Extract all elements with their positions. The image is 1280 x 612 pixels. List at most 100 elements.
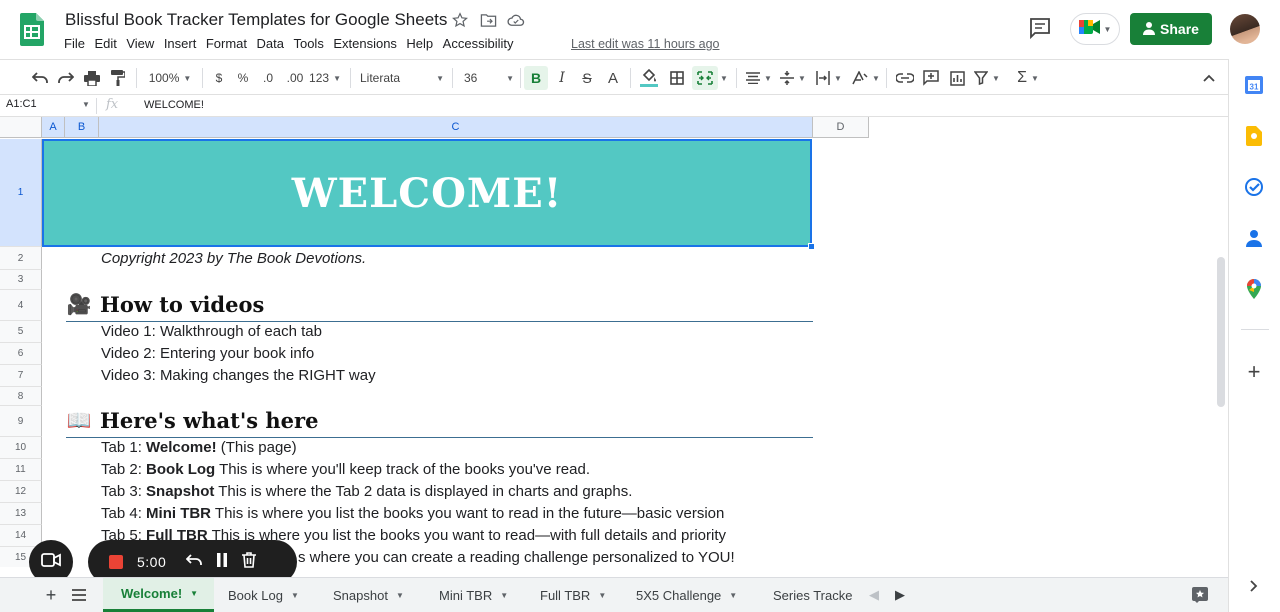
column-header-b[interactable]: B	[65, 117, 99, 138]
borders-icon[interactable]	[666, 66, 688, 90]
font-select[interactable]: Literata ▼	[360, 66, 444, 90]
row-header-7[interactable]: 7	[0, 365, 42, 387]
undo-icon[interactable]	[30, 66, 50, 90]
row-header-3[interactable]: 3	[0, 270, 42, 290]
more-formats-select[interactable]: 123 ▼	[309, 66, 341, 90]
document-title[interactable]: Blissful Book Tracker Templates for Goog…	[65, 10, 447, 30]
chevron-right-icon[interactable]	[1243, 575, 1265, 597]
horizontal-align-icon[interactable]: ▼	[744, 66, 774, 90]
all-sheets-icon[interactable]	[70, 578, 88, 612]
star-icon[interactable]	[450, 10, 470, 30]
comments-icon[interactable]	[1028, 16, 1052, 40]
sheets-logo-icon[interactable]	[20, 13, 44, 46]
increase-decimal-button[interactable]: .00	[283, 66, 307, 90]
cloud-status-icon[interactable]	[506, 10, 526, 30]
row-header-13[interactable]: 13	[0, 503, 42, 525]
row-header-14[interactable]: 14	[0, 525, 42, 547]
text-rotation-icon[interactable]: ▼	[850, 66, 882, 90]
sheet-tab-book-log[interactable]: Book Log ▼	[214, 578, 318, 612]
video-item-3[interactable]: Video 3: Making changes the RIGHT way	[101, 367, 376, 384]
meet-button[interactable]: ▼	[1070, 13, 1120, 45]
menu-view[interactable]: View	[126, 36, 154, 51]
row-header-5[interactable]: 5	[0, 321, 42, 343]
sheet-tab-5x5-challenge[interactable]: 5X5 Challenge ▼	[621, 578, 758, 612]
row-header-1[interactable]: 1	[0, 139, 42, 247]
fill-color-icon[interactable]	[638, 66, 660, 90]
redo-icon[interactable]	[56, 66, 76, 90]
menu-format[interactable]: Format	[206, 36, 247, 51]
menu-accessibility[interactable]: Accessibility	[443, 36, 514, 51]
row-header-10[interactable]: 10	[0, 437, 42, 459]
row-header-6[interactable]: 6	[0, 343, 42, 365]
explore-icon[interactable]	[1190, 578, 1210, 612]
column-header-a[interactable]: A	[42, 117, 65, 138]
row-header-4[interactable]: 4	[0, 290, 42, 321]
column-header-d[interactable]: D	[813, 117, 869, 138]
spreadsheet-grid[interactable]: A B C D 1 2 3 4 5 6 7 8 9 10 11 12 13 14…	[0, 117, 1228, 567]
contacts-icon[interactable]	[1243, 227, 1265, 249]
restart-icon[interactable]	[185, 553, 203, 571]
menu-help[interactable]: Help	[406, 36, 433, 51]
insert-link-icon[interactable]	[894, 66, 916, 90]
functions-icon[interactable]: Σ ▼	[1012, 66, 1044, 90]
insert-comment-icon[interactable]	[920, 66, 942, 90]
sheet-tab-welcome[interactable]: Welcome! ▼	[103, 578, 214, 612]
zoom-select[interactable]: 100% ▼	[146, 66, 194, 90]
row-header-12[interactable]: 12	[0, 481, 42, 503]
name-box[interactable]: A1:C1	[6, 98, 37, 110]
menu-data[interactable]: Data	[257, 36, 284, 51]
menu-extensions[interactable]: Extensions	[333, 36, 397, 51]
menu-insert[interactable]: Insert	[164, 36, 197, 51]
vertical-align-icon[interactable]: ▼	[778, 66, 808, 90]
user-avatar[interactable]	[1230, 14, 1260, 44]
row-header-9[interactable]: 9	[0, 406, 42, 437]
chevron-down-icon[interactable]: ▼	[82, 100, 90, 109]
add-addon-icon[interactable]: +	[1243, 359, 1265, 384]
vertical-scrollbar[interactable]	[1217, 257, 1225, 407]
text-wrap-icon[interactable]: ▼	[814, 66, 844, 90]
scroll-tabs-right-icon[interactable]: ▶	[892, 578, 908, 612]
decrease-decimal-button[interactable]: .0	[258, 66, 278, 90]
bold-button[interactable]: B	[524, 66, 548, 90]
share-button[interactable]: Share	[1130, 13, 1212, 45]
sheet-tab-snapshot[interactable]: Snapshot ▼	[318, 578, 424, 612]
row-header-2[interactable]: 2	[0, 247, 42, 270]
row-header-8[interactable]: 8	[0, 387, 42, 406]
pause-icon[interactable]	[216, 552, 228, 572]
maps-icon[interactable]	[1243, 278, 1265, 300]
row-header-11[interactable]: 11	[0, 459, 42, 481]
keep-icon[interactable]	[1243, 125, 1265, 147]
stop-recording-button[interactable]	[109, 555, 123, 569]
merge-cells-icon[interactable]	[692, 66, 718, 90]
calendar-icon[interactable]: 31	[1243, 74, 1265, 96]
sheet-tab-mini-tbr[interactable]: Mini TBR ▼	[424, 578, 524, 612]
add-sheet-icon[interactable]: +	[42, 578, 60, 612]
scroll-tabs-left-icon[interactable]: ◀	[866, 578, 882, 612]
video-item-1[interactable]: Video 1: Walkthrough of each tab	[101, 323, 322, 340]
percent-format-button[interactable]: %	[234, 66, 252, 90]
sheet-tab-full-tbr[interactable]: Full TBR ▼	[524, 578, 621, 612]
trash-icon[interactable]	[242, 551, 257, 573]
selection-fill-handle[interactable]	[808, 243, 815, 250]
select-all-corner[interactable]	[0, 117, 42, 138]
video-item-2[interactable]: Video 2: Entering your book info	[101, 345, 314, 362]
sheet-tab-series-tracker[interactable]: Series Tracke	[758, 578, 858, 612]
tasks-icon[interactable]	[1243, 176, 1265, 198]
menu-tools[interactable]: Tools	[293, 36, 323, 51]
insert-chart-icon[interactable]	[946, 66, 968, 90]
column-header-c[interactable]: C	[99, 117, 813, 138]
strikethrough-button[interactable]: S	[577, 66, 597, 90]
font-size-select[interactable]: 36 ▼	[464, 66, 514, 90]
move-folder-icon[interactable]	[478, 10, 498, 30]
last-edit-link[interactable]: Last edit was 11 hours ago	[571, 37, 719, 51]
menu-edit[interactable]: Edit	[94, 36, 116, 51]
italic-button[interactable]: I	[552, 66, 572, 90]
currency-format-button[interactable]: $	[210, 66, 228, 90]
filter-icon[interactable]: ▼	[972, 66, 1002, 90]
paint-format-icon[interactable]	[108, 66, 128, 90]
print-icon[interactable]	[82, 66, 102, 90]
text-color-button[interactable]: A	[603, 66, 623, 90]
welcome-banner-cell[interactable]: WELCOME!	[42, 139, 812, 247]
collapse-toolbar-icon[interactable]	[1198, 66, 1220, 90]
menu-file[interactable]: File	[64, 36, 85, 51]
